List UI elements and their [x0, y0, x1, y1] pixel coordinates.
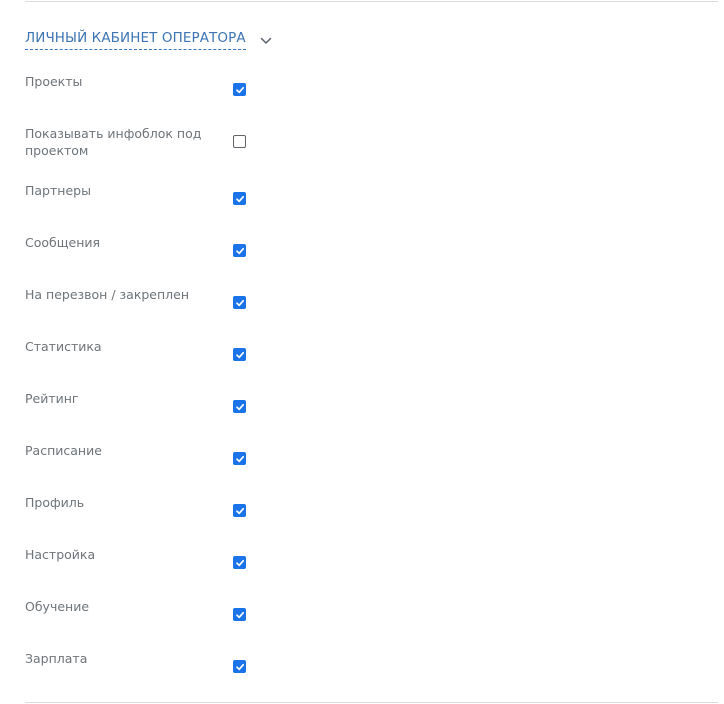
- bottom-divider: [25, 702, 718, 703]
- setting-label: Настройка: [25, 547, 96, 562]
- section-title[interactable]: ЛИЧНЫЙ КАБИНЕТ ОПЕРАТОРА: [25, 30, 246, 50]
- setting-label: Обучение: [25, 599, 90, 614]
- checkbox-statistics[interactable]: [233, 348, 246, 361]
- check-icon: [235, 403, 244, 410]
- setting-label: Проекты: [25, 74, 83, 89]
- setting-label: Партнеры: [25, 183, 91, 198]
- setting-label: Профиль: [25, 495, 85, 510]
- check-icon: [235, 247, 244, 254]
- checkbox-rating[interactable]: [233, 400, 246, 413]
- check-icon: [235, 455, 244, 462]
- chevron-down-icon[interactable]: [260, 37, 272, 45]
- setting-label: Показывать инфоблок под проектом: [25, 126, 202, 158]
- checkbox-messages[interactable]: [233, 244, 246, 257]
- setting-label: На перезвон / закреплен: [25, 287, 190, 302]
- check-icon: [235, 351, 244, 358]
- checkbox-salary[interactable]: [233, 660, 246, 673]
- setting-label: Зарплата: [25, 651, 88, 666]
- check-icon: [235, 86, 244, 93]
- setting-label: Рейтинг: [25, 391, 79, 406]
- checkbox-settings[interactable]: [233, 556, 246, 569]
- check-icon: [235, 195, 244, 202]
- setting-label: Расписание: [25, 443, 102, 458]
- check-icon: [235, 611, 244, 618]
- check-icon: [235, 299, 244, 306]
- check-icon: [235, 663, 244, 670]
- top-divider: [25, 1, 718, 2]
- checkbox-infoblock[interactable]: [233, 135, 246, 148]
- setting-label: Статистика: [25, 339, 102, 354]
- checkbox-projects[interactable]: [233, 83, 246, 96]
- check-icon: [235, 507, 244, 514]
- checkbox-profile[interactable]: [233, 504, 246, 517]
- check-icon: [235, 559, 244, 566]
- checkbox-partners[interactable]: [233, 192, 246, 205]
- checkbox-training[interactable]: [233, 608, 246, 621]
- setting-label: Сообщения: [25, 235, 101, 250]
- checkbox-callback[interactable]: [233, 296, 246, 309]
- checkbox-schedule[interactable]: [233, 452, 246, 465]
- section-toggle[interactable]: ЛИЧНЫЙ КАБИНЕТ ОПЕРАТОРА: [25, 30, 272, 50]
